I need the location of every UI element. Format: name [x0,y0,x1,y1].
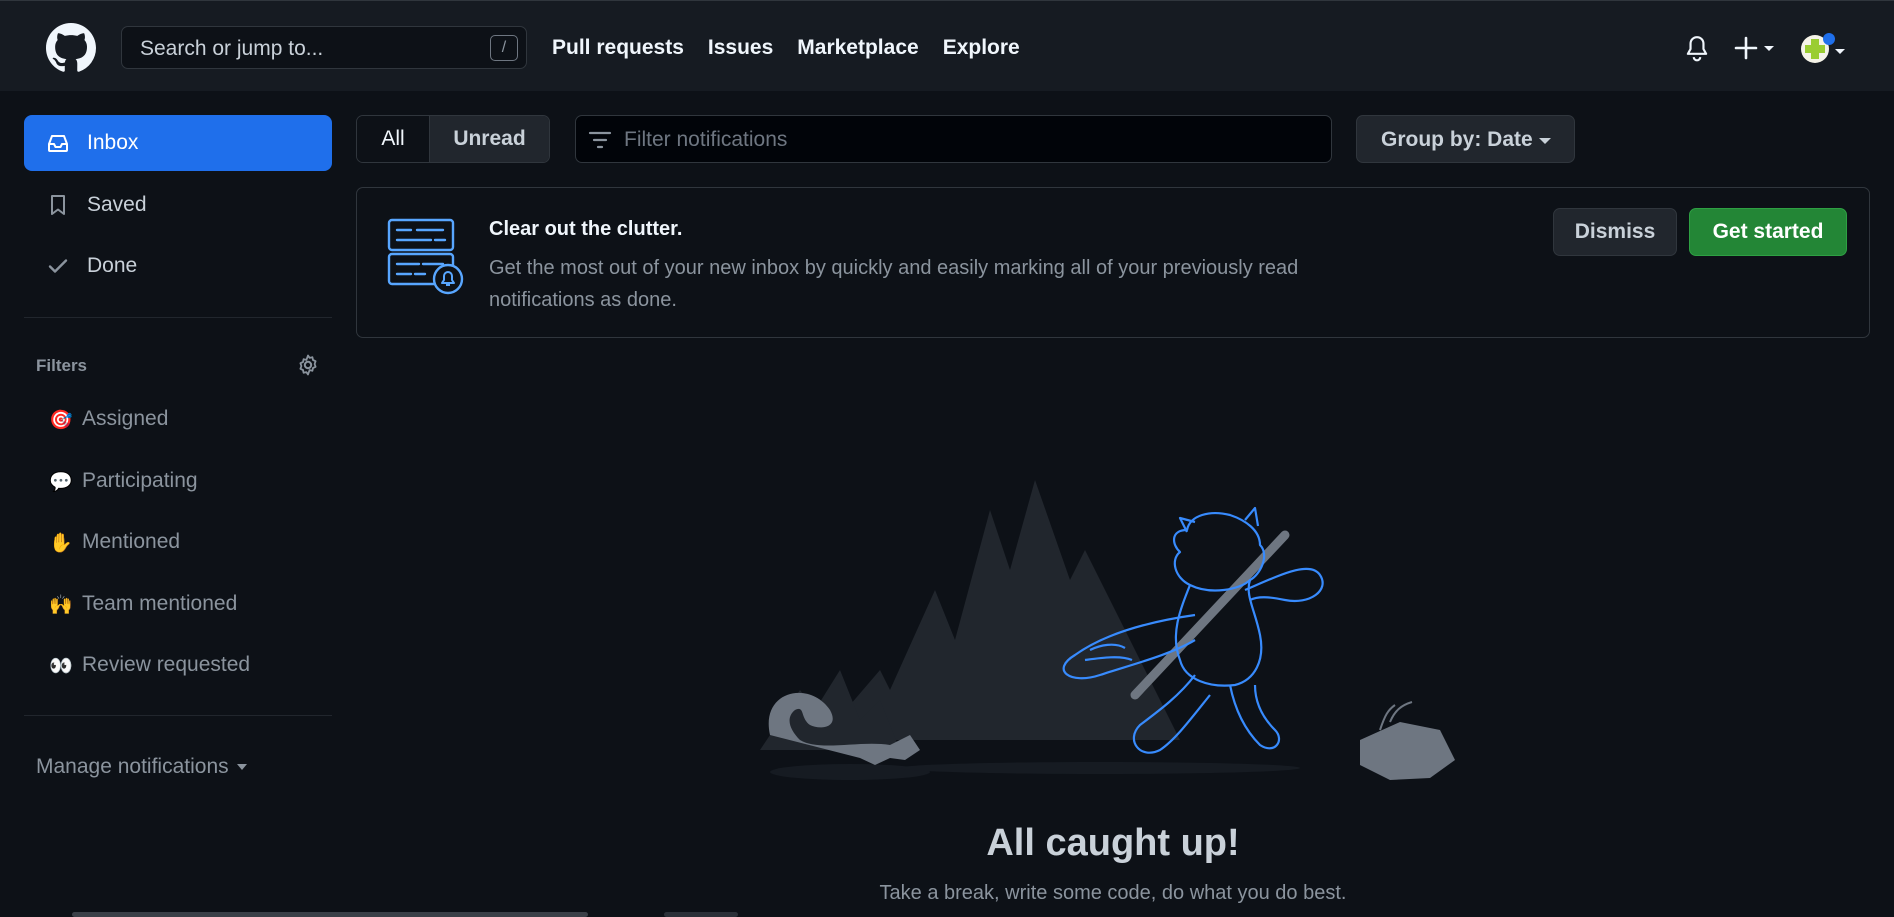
filter-icon [588,131,612,149]
tab-unread[interactable]: Unread [430,116,549,162]
eyes-icon: 👀 [49,654,73,677]
raised-hand-icon: ✋ [49,531,73,554]
caret-down-icon [1539,138,1551,144]
create-new-icon[interactable] [1734,35,1778,61]
sidebar-item-saved[interactable]: Saved [24,177,332,233]
filter-review-requested[interactable]: 👀 Review requested [48,650,250,680]
sidebar-divider [24,317,332,318]
filter-notifications-input[interactable]: Filter notifications [575,115,1332,163]
filter-label: Review requested [82,653,251,676]
top-navigation-bar: Search or jump to... / Pull requests Iss… [0,0,1894,91]
filter-participating[interactable]: 💬 Participating [48,466,198,496]
gear-icon[interactable] [296,353,320,377]
global-nav: Pull requests Issues Marketplace Explore [552,36,1020,60]
filter-label: Participating [82,469,198,492]
caret-down-icon [236,764,247,771]
filters-heading: Filters [36,356,88,375]
inbox-icon [48,135,68,152]
github-logo-icon[interactable] [46,23,96,73]
octocat-sweeping-illustration [760,480,1455,780]
target-icon: 🎯 [49,408,73,431]
dismiss-button[interactable]: Dismiss [1553,208,1677,256]
banner-description: Get the most out of your new inbox by qu… [489,257,1299,311]
sidebar-item-label: Saved [87,193,147,216]
bookmark-icon [51,195,65,215]
speech-bubble-icon: 💬 [49,470,73,493]
sidebar-item-label: Done [87,254,138,277]
tab-all[interactable]: All [357,116,430,162]
empty-state-title: All caught up! [986,822,1240,864]
group-by-dropdown[interactable]: Group by: Date [1356,115,1575,163]
horizontal-scrollbar-segment [664,912,738,917]
search-shortcut-key: / [490,35,518,61]
filter-placeholder: Filter notifications [624,128,788,151]
filter-label: Assigned [82,407,169,430]
get-started-button[interactable]: Get started [1689,208,1847,256]
nav-marketplace[interactable]: Marketplace [797,36,918,60]
filter-label: Team mentioned [82,592,238,615]
empty-state: All caught up! [0,822,1894,865]
sidebar-item-done[interactable]: Done [24,238,332,294]
nav-explore[interactable]: Explore [943,36,1020,60]
sidebar-item-label: Inbox [87,131,139,154]
check-icon [48,259,68,273]
raised-hands-icon: 🙌 [49,593,73,616]
group-by-label: Group by: Date [1381,128,1533,151]
filter-mentioned[interactable]: ✋ Mentioned [48,527,180,557]
user-avatar-icon[interactable] [1798,31,1848,67]
inbox-list-bell-icon [387,218,464,295]
filter-team-mentioned[interactable]: 🙌 Team mentioned [48,589,237,619]
filter-label: Mentioned [82,530,181,553]
sidebar-item-inbox[interactable]: Inbox [24,115,332,171]
read-state-toggle: All Unread [356,115,550,163]
nav-issues[interactable]: Issues [708,36,773,60]
filter-assigned[interactable]: 🎯 Assigned [48,404,168,434]
nav-pull-requests[interactable]: Pull requests [552,36,684,60]
onboarding-banner: Clear out the clutter. Get the most out … [356,187,1870,338]
bell-icon[interactable] [1684,35,1710,63]
banner-title: Clear out the clutter. [489,218,683,240]
search-input[interactable]: Search or jump to... / [121,26,527,69]
empty-state-subtitle: Take a break, write some code, do what y… [879,882,1347,904]
manage-notifications-dropdown[interactable]: Manage notifications [36,755,247,779]
sidebar-divider [24,715,332,716]
horizontal-scrollbar-thumb[interactable] [72,912,588,917]
search-placeholder: Search or jump to... [140,37,324,60]
manage-notifications-label: Manage notifications [36,755,229,778]
